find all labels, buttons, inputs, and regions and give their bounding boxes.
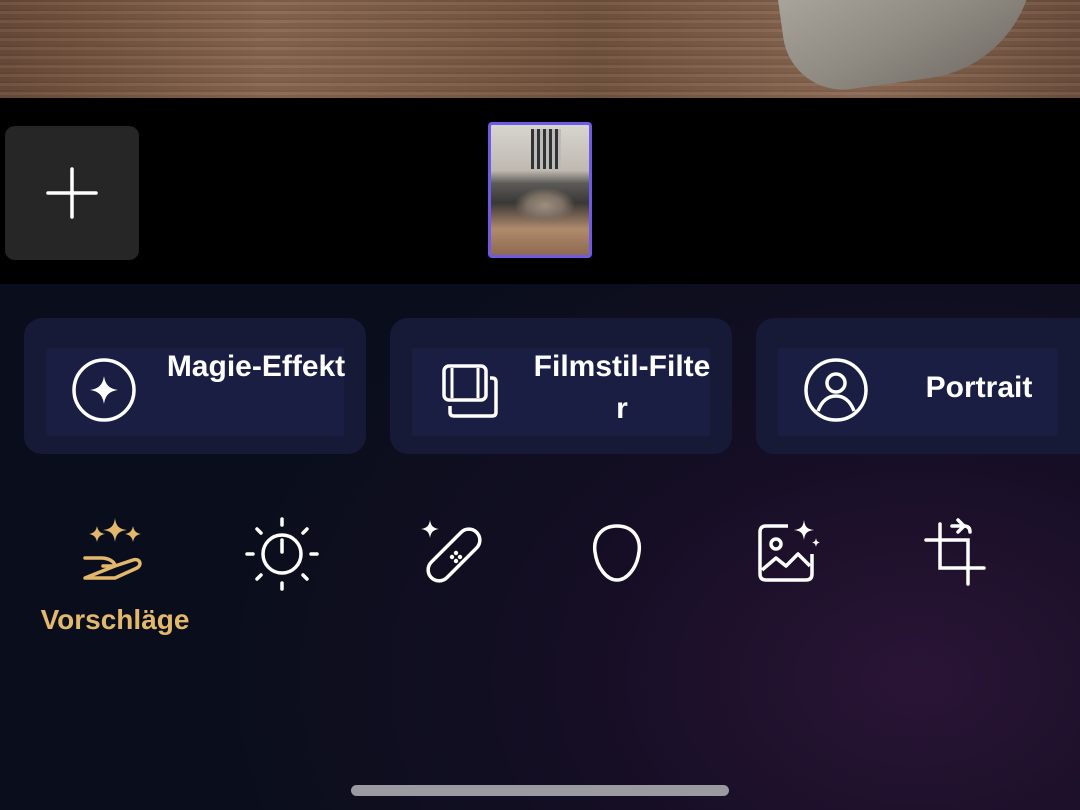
tool-crop-rotate[interactable] xyxy=(914,514,994,594)
retouch-bandage-icon xyxy=(421,520,482,583)
portrait-label: Portrait xyxy=(925,371,1033,404)
ai-image-icon xyxy=(758,520,820,582)
selected-photo-thumbnail[interactable] xyxy=(488,122,592,258)
home-indicator[interactable] xyxy=(351,785,729,796)
crop-rotate-icon xyxy=(924,518,986,586)
film-filter-icon xyxy=(442,364,498,418)
film-filter-card[interactable]: Filmstil-Filter xyxy=(390,318,732,454)
add-media-button[interactable] xyxy=(5,126,139,260)
portrait-icon xyxy=(804,358,868,422)
tool-ai-image[interactable] xyxy=(746,514,826,594)
edit-panel: Magie-Effekt Filmstil-Filter Portrait Vo… xyxy=(0,284,1080,810)
magic-effect-icon xyxy=(72,358,136,422)
photo-object xyxy=(770,0,1050,98)
suggestions-hand-sparkle-icon xyxy=(83,518,142,580)
tool-suggestions[interactable] xyxy=(75,514,155,594)
magic-effect-card[interactable]: Magie-Effekt xyxy=(24,318,366,454)
portrait-card[interactable]: Portrait xyxy=(756,318,1080,454)
thumbnail-image-detail xyxy=(531,129,561,169)
photo-preview xyxy=(0,0,1080,98)
tool-face[interactable] xyxy=(577,514,657,594)
film-filter-label: Filmstil-Filter xyxy=(533,350,711,425)
tool-suggestions-label: Vorschläge xyxy=(40,604,190,635)
plus-icon xyxy=(46,167,98,219)
magic-effect-label: Magie-Effekt xyxy=(166,350,346,383)
tool-adjust[interactable] xyxy=(242,514,322,594)
tool-retouch[interactable] xyxy=(412,514,492,594)
brightness-adjust-icon xyxy=(245,517,319,591)
thumbnail-strip xyxy=(0,98,1080,284)
face-icon xyxy=(592,524,642,582)
